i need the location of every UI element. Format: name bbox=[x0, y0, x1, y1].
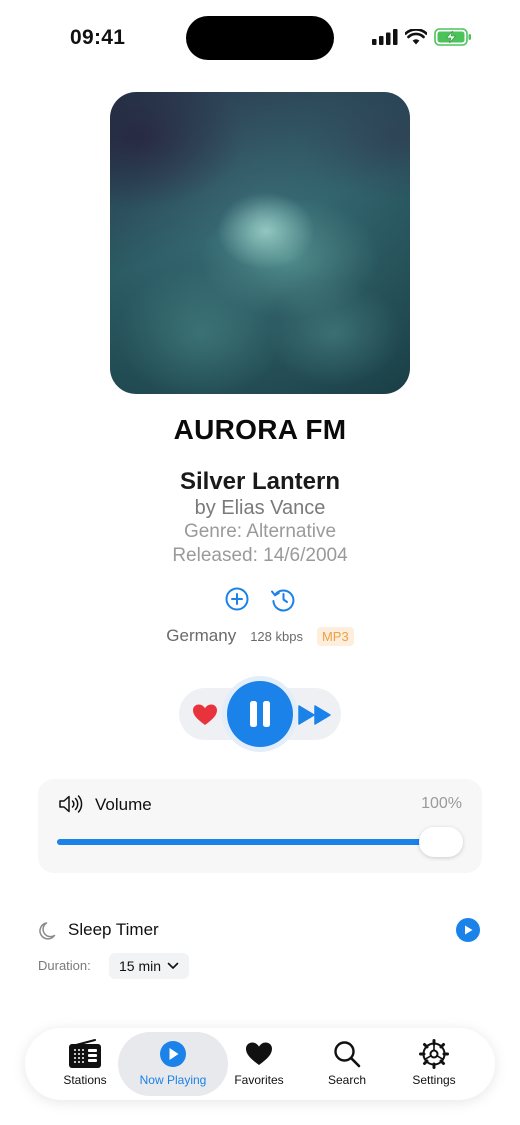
duration-label: Duration: bbox=[38, 958, 91, 973]
chevron-down-icon bbox=[167, 962, 179, 969]
status-bar: 09:41 bbox=[0, 0, 520, 80]
tab-now-playing[interactable]: Now Playing bbox=[118, 1032, 228, 1096]
duration-select[interactable]: 15 min bbox=[109, 953, 190, 979]
wifi-icon bbox=[405, 29, 427, 45]
duration-value: 15 min bbox=[119, 958, 162, 974]
cellular-signal-icon bbox=[372, 29, 398, 45]
tab-search[interactable]: Search bbox=[307, 1032, 387, 1096]
volume-label: Volume bbox=[95, 795, 152, 814]
playback-controls bbox=[0, 676, 520, 752]
tab-settings[interactable]: Settings bbox=[394, 1032, 474, 1096]
radio-icon bbox=[69, 1039, 101, 1068]
track-release-date: Released: 14/6/2004 bbox=[172, 545, 348, 566]
tab-label: Search bbox=[327, 1073, 367, 1087]
stream-bitrate: 128 kbps bbox=[250, 628, 303, 644]
add-circle-icon[interactable] bbox=[224, 586, 250, 612]
track-genre: Genre: Alternative bbox=[183, 521, 337, 542]
heart-icon bbox=[246, 1042, 272, 1065]
pause-button-circle bbox=[227, 681, 293, 747]
sleep-timer-label: Sleep Timer bbox=[68, 920, 159, 939]
track-actions bbox=[0, 586, 520, 612]
volume-value: 100% bbox=[421, 795, 462, 812]
tab-label: Now Playing bbox=[139, 1073, 207, 1087]
tab-stations[interactable]: Stations bbox=[45, 1032, 125, 1096]
history-icon[interactable] bbox=[270, 586, 296, 612]
track-info: Silver Lantern by Elias Vance Genre: Alt… bbox=[0, 468, 520, 568]
tab-bar: Stations Now Playing Favorites Search Se… bbox=[25, 1028, 495, 1100]
album-artwork bbox=[110, 92, 410, 394]
track-artist: by Elias Vance bbox=[194, 497, 326, 519]
stream-meta: Germany 128 kbps MP3 bbox=[0, 626, 520, 646]
status-icons bbox=[372, 28, 472, 46]
volume-slider-thumb[interactable] bbox=[419, 827, 463, 857]
sleep-timer-row: Sleep Timer bbox=[38, 916, 482, 946]
search-icon bbox=[334, 1041, 361, 1068]
volume-slider-track[interactable] bbox=[57, 839, 461, 845]
moon-icon bbox=[39, 922, 56, 940]
play-icon bbox=[465, 925, 473, 935]
next-station-button[interactable] bbox=[294, 694, 336, 736]
dynamic-island bbox=[186, 16, 334, 60]
battery-charging-icon bbox=[434, 28, 471, 46]
gear-icon bbox=[419, 1039, 449, 1069]
volume-card: Volume 100% bbox=[38, 779, 482, 873]
volume-slider-fill bbox=[57, 839, 441, 845]
favorite-button[interactable] bbox=[184, 694, 226, 736]
station-name: AURORA FM bbox=[173, 414, 347, 445]
play-circle-icon bbox=[160, 1041, 186, 1067]
start-sleep-timer-button[interactable] bbox=[456, 918, 480, 942]
tab-label: Favorites bbox=[234, 1073, 284, 1087]
tab-label: Stations bbox=[63, 1073, 107, 1087]
heart-filled-icon bbox=[193, 704, 217, 725]
speaker-icon bbox=[59, 795, 83, 813]
station-country: Germany bbox=[166, 626, 237, 645]
track-title: Silver Lantern bbox=[179, 468, 341, 495]
status-time: 09:41 bbox=[70, 26, 126, 49]
pause-button[interactable] bbox=[222, 676, 298, 752]
tab-label: Settings bbox=[412, 1073, 456, 1087]
format-badge: MP3 bbox=[316, 626, 354, 646]
fast-forward-icon bbox=[298, 705, 331, 725]
tab-favorites[interactable]: Favorites bbox=[219, 1032, 299, 1096]
pause-icon bbox=[250, 701, 270, 727]
